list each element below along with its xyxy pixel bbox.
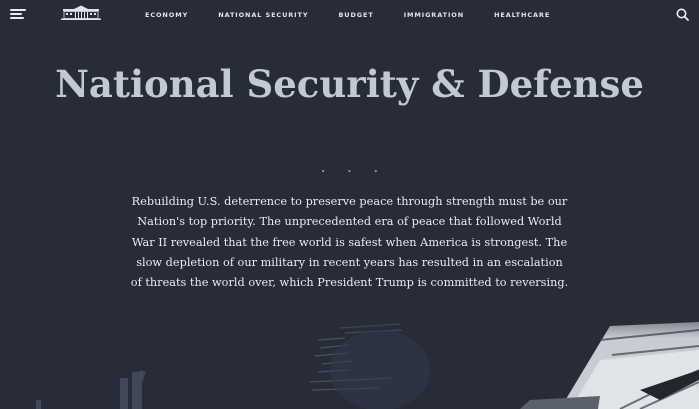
- white-house-logo-icon[interactable]: [60, 4, 102, 21]
- nav-item-budget[interactable]: BUDGET: [338, 11, 373, 19]
- nav-item-national-security[interactable]: NATIONAL SECURITY: [218, 11, 308, 19]
- nav-item-immigration[interactable]: IMMIGRATION: [404, 11, 464, 19]
- nav-item-healthcare[interactable]: HEALTHCARE: [494, 11, 550, 19]
- top-navigation-bar: ECONOMY NATIONAL SECURITY BUDGET IMMIGRA…: [0, 0, 699, 30]
- main-nav: ECONOMY NATIONAL SECURITY BUDGET IMMIGRA…: [130, 0, 580, 30]
- page-title: National Security & Defense: [55, 62, 644, 106]
- hamburger-menu-icon[interactable]: [10, 9, 26, 20]
- section-divider: • • •: [321, 168, 388, 176]
- search-icon[interactable]: [676, 8, 689, 21]
- intro-paragraph: Rebuilding U.S. deterrence to preserve p…: [130, 195, 569, 290]
- hero-photo: [0, 300, 699, 409]
- nav-item-economy[interactable]: ECONOMY: [145, 11, 188, 19]
